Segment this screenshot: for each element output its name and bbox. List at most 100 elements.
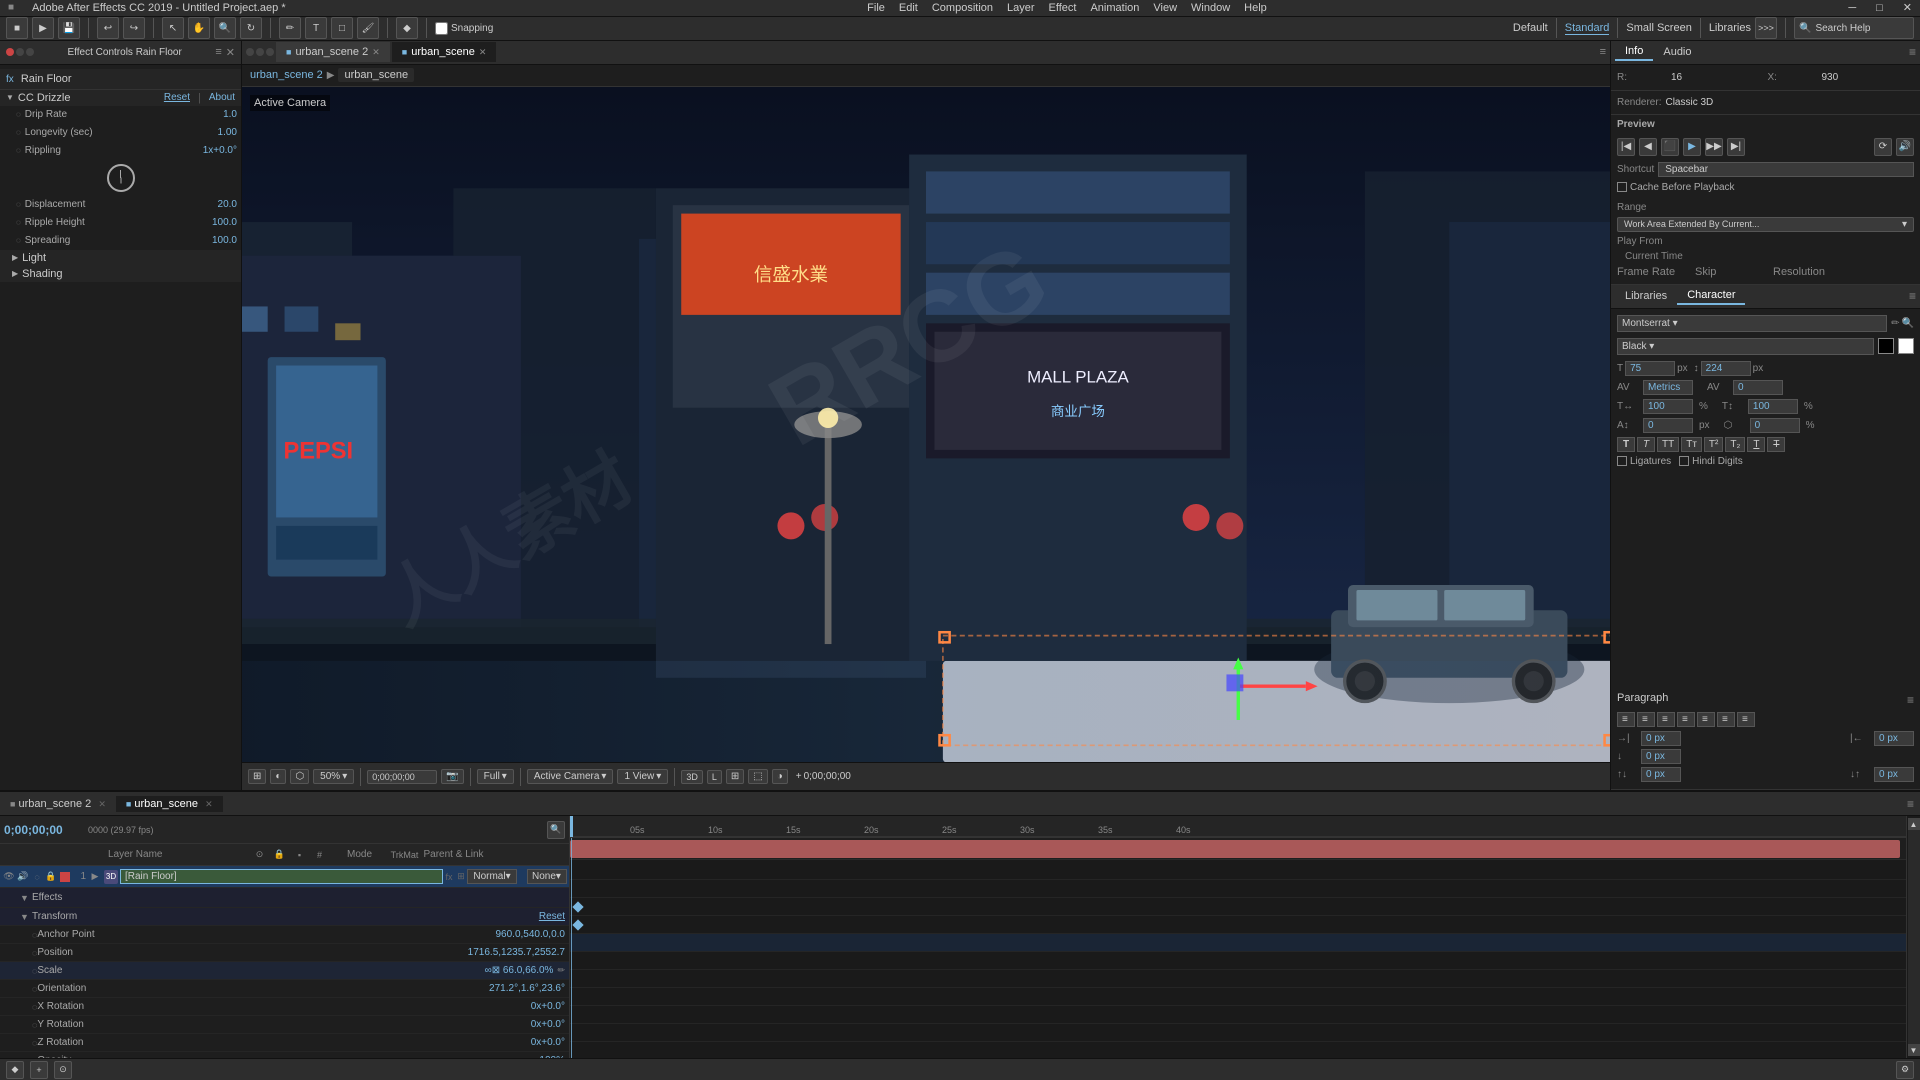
tab-info[interactable]: Info [1615,43,1653,61]
align-justify-full-btn[interactable]: ≡ [1717,712,1735,727]
viewport-grid-btn[interactable]: ⊞ [248,769,266,784]
menu-layer[interactable]: Layer [1007,2,1035,14]
drip-rate-row[interactable]: ◌ Drip Rate 1.0 [0,106,241,124]
window-maximize[interactable]: □ [1876,2,1883,14]
align-justify-btn[interactable]: ≡ [1677,712,1695,727]
prev-last-btn[interactable]: ▶| [1727,138,1745,156]
scale-edit-btn[interactable]: ✏ [557,965,565,976]
breadcrumb-urban2[interactable]: urban_scene 2 [250,69,323,81]
effects-row[interactable]: ▼ Effects [0,888,569,908]
tl-add-layer[interactable]: + [30,1061,48,1079]
font-edit-btn[interactable]: ✏ [1891,318,1899,329]
shading-section[interactable]: ▶ Shading [0,266,241,282]
select-tool[interactable]: ↖ [162,17,184,39]
paragraph-menu[interactable]: ≡ [1907,693,1914,707]
underline-btn[interactable]: T [1747,437,1765,452]
anchor-value[interactable]: 960.0,540.0,0.0 [495,929,565,940]
space-before-val[interactable]: 0 px [1641,767,1681,782]
text-tool[interactable]: T [305,17,327,39]
v-scale-input[interactable]: 100 [1748,399,1798,414]
pos-keyframe[interactable] [572,919,583,930]
effect-reset-btn[interactable]: Reset [164,92,190,103]
displacement-row[interactable]: ◌ Displacement 20.0 [0,196,241,214]
bold-btn[interactable]: T [1617,437,1635,452]
hindi-digits-checkbox[interactable]: Hindi Digits [1679,456,1743,467]
tl-current-time[interactable]: 0;00;00;00 [4,823,84,837]
window-close[interactable]: ✕ [1903,1,1912,14]
zoom-tool[interactable]: 🔍 [214,17,236,39]
close-tab-urban[interactable]: ✕ [479,47,487,58]
longevity-value[interactable]: 1.00 [177,127,237,138]
longevity-row[interactable]: ◌ Longevity (sec) 1.00 [0,124,241,142]
pen-tool[interactable]: ✏ [279,17,301,39]
tl-track-1[interactable] [570,838,1920,860]
position-value[interactable]: 1716.5,1235.7,2552.7 [468,947,565,958]
transform-section[interactable]: ▼ Transform Reset [0,908,569,926]
brush-tool[interactable]: 🖌 [357,17,379,39]
prev-play-btn[interactable]: ▶ [1683,138,1701,156]
layer-1-mode[interactable]: Normal▾ [467,869,517,884]
drip-rate-value[interactable]: 1.0 [177,109,237,120]
panel-menu-btn-comp[interactable]: ≡ [1600,46,1606,58]
shape-tool[interactable]: □ [331,17,353,39]
effect-about-btn[interactable]: About [209,92,235,103]
layer-1-switch[interactable]: ⊞ [455,871,467,883]
breadcrumb-urban[interactable]: urban_scene [338,68,414,82]
puppet-tool[interactable]: ◆ [396,17,418,39]
layer-1-fx[interactable]: fx [443,871,455,883]
align-justify-center-btn[interactable]: ≡ [1737,712,1755,727]
viewport-timer-btn[interactable]: 0;00;00;00 [367,770,437,784]
layer-1-color[interactable] [60,872,70,882]
line-height-input[interactable]: 224 [1701,361,1751,376]
shortcut-value[interactable]: Spacebar [1658,162,1914,177]
tsumi-input[interactable]: 0 [1750,418,1800,433]
font-style-select[interactable]: Black ▾ [1617,338,1874,355]
hand-tool[interactable]: ✋ [188,17,210,39]
menu-help[interactable]: Help [1244,2,1267,14]
resolution-dropdown[interactable]: Full ▾ [477,769,514,784]
tl-tab-urban2[interactable]: ■ urban_scene 2 ✕ [0,796,116,812]
cc-drizzle-section[interactable]: ▼ CC Drizzle Reset | About [0,90,241,106]
tracking-input[interactable]: 0 [1733,380,1783,395]
align-center-btn[interactable]: ≡ [1637,712,1655,727]
viewport-alpha-btn[interactable]: ◐ [270,769,286,784]
workspace-more[interactable]: >>> [1755,17,1777,39]
baseline-input[interactable]: 0 [1643,418,1693,433]
panel-menu-info[interactable]: ≡ [1909,45,1916,59]
menu-window[interactable]: Window [1191,2,1230,14]
tl-settings[interactable]: ⚙ [1896,1061,1914,1079]
tab-libraries[interactable]: Libraries [1615,288,1677,304]
space-after-val[interactable]: 0 px [1874,767,1914,782]
prev-stop-btn[interactable]: ⬛ [1661,138,1679,156]
font-size-input[interactable]: 75 [1625,361,1675,376]
tl-panel-menu[interactable]: ≡ [1907,797,1914,811]
prev-mute-btn[interactable]: 🔊 [1896,138,1914,156]
cache-cb[interactable] [1617,182,1627,192]
range-dropdown[interactable]: Work Area Extended By Current... ▾ [1617,217,1914,232]
super-btn[interactable]: T² [1704,437,1723,452]
3d-btn[interactable]: 3D [681,770,703,784]
zoom-dropdown[interactable]: 50% ▾ [313,769,354,784]
align-right-btn[interactable]: ≡ [1657,712,1675,727]
indent-top-val[interactable]: 0 px [1641,749,1681,764]
panel-menu-btn[interactable]: ≡ [215,46,221,58]
redo-btn[interactable]: ↪ [123,17,145,39]
strike-btn[interactable]: T [1767,437,1785,452]
ligatures-checkbox[interactable]: Ligatures [1617,456,1671,467]
kerning-select[interactable]: Metrics [1643,380,1693,395]
workspace-small-screen[interactable]: Small Screen [1626,22,1691,34]
rippling-row[interactable]: ◌ Rippling 1x+0.0° [0,142,241,160]
x-rotation-value[interactable]: 0x+0.0° [531,1001,565,1012]
views-dropdown[interactable]: 1 View ▾ [617,769,668,784]
menu-effect[interactable]: Effect [1049,2,1077,14]
ripple-height-value[interactable]: 100.0 [177,217,237,228]
workspace-default[interactable]: Default [1513,22,1548,34]
hindi-cb[interactable] [1679,456,1689,466]
indent-right-val[interactable]: 0 px [1874,731,1914,746]
menu-composition[interactable]: Composition [932,2,993,14]
spreading-row[interactable]: ◌ Spreading 100.0 [0,232,241,250]
menu-edit[interactable]: Edit [899,2,918,14]
save-btn[interactable]: 💾 [58,17,80,39]
comp-tab-urban2[interactable]: ■ urban_scene 2 ✕ [276,42,390,62]
prev-first-btn[interactable]: |◀ [1617,138,1635,156]
